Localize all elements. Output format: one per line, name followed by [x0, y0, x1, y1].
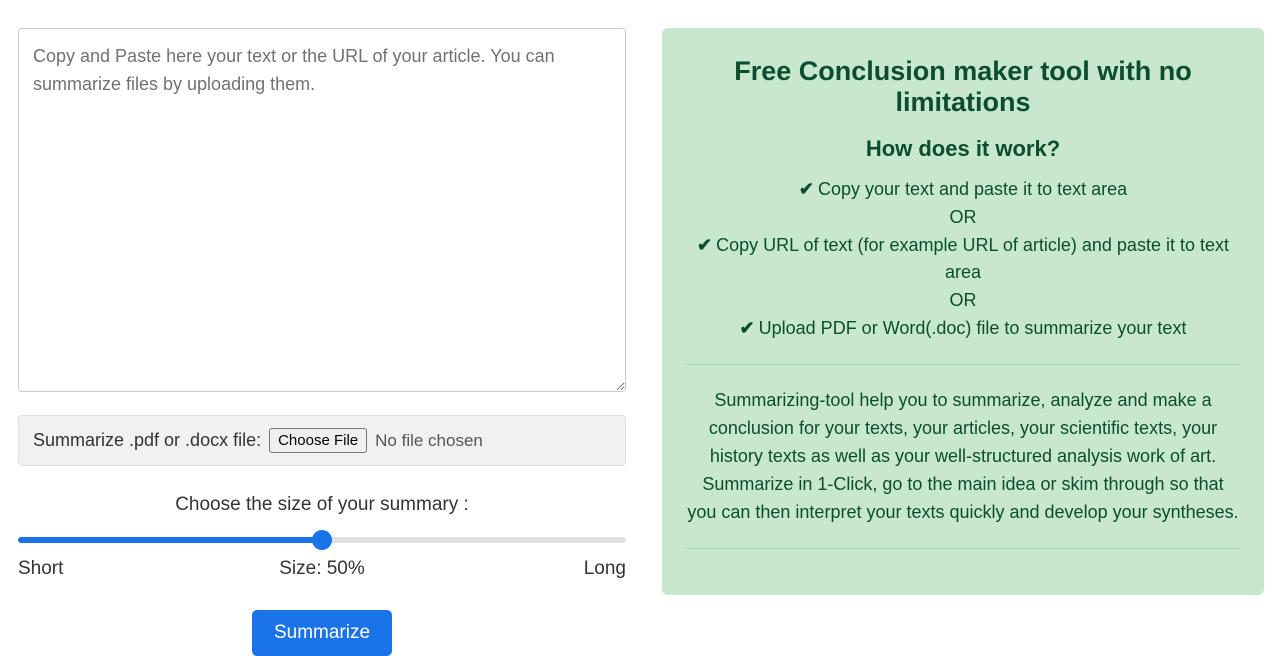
choose-file-button[interactable]: Choose File — [269, 428, 367, 453]
left-panel: Summarize .pdf or .docx file: Choose Fil… — [18, 28, 626, 656]
slider-labels: Short Size: 50% Long — [18, 558, 626, 582]
info-or-1: OR — [686, 207, 1240, 228]
file-status-text: No file chosen — [375, 431, 483, 451]
main-container: Summarize .pdf or .docx file: Choose Fil… — [18, 28, 1261, 656]
info-or-2: OR — [686, 290, 1240, 311]
info-box: Free Conclusion maker tool with no limit… — [662, 28, 1264, 595]
summarize-button[interactable]: Summarize — [252, 610, 392, 656]
slider-short-label: Short — [18, 558, 63, 580]
info-subtitle: How does it work? — [686, 136, 1240, 162]
check-icon: ✔ — [740, 315, 755, 342]
info-divider-bottom — [686, 548, 1240, 549]
slider-heading: Choose the size of your summary : — [18, 494, 626, 516]
size-slider[interactable] — [18, 537, 626, 543]
info-step-2: ✔Copy URL of text (for example URL of ar… — [686, 232, 1240, 286]
right-panel: Free Conclusion maker tool with no limit… — [662, 28, 1264, 656]
info-description: Summarizing-tool help you to summarize, … — [686, 387, 1240, 526]
info-title: Free Conclusion maker tool with no limit… — [686, 56, 1240, 118]
info-step-2-text: Copy URL of text (for example URL of art… — [716, 235, 1229, 282]
check-icon: ✔ — [799, 176, 814, 203]
info-step-1: ✔Copy your text and paste it to text are… — [686, 176, 1240, 203]
file-upload-label: Summarize .pdf or .docx file: — [33, 430, 261, 451]
check-icon: ✔ — [697, 232, 712, 259]
slider-long-label: Long — [584, 558, 626, 580]
text-input[interactable] — [18, 28, 626, 392]
file-upload-bar: Summarize .pdf or .docx file: Choose Fil… — [18, 415, 626, 466]
slider-wrap: Short Size: 50% Long — [18, 530, 626, 582]
slider-size-label: Size: 50% — [279, 558, 365, 580]
info-step-3-text: Upload PDF or Word(.doc) file to summari… — [759, 318, 1187, 338]
info-step-3: ✔Upload PDF or Word(.doc) file to summar… — [686, 315, 1240, 342]
info-step-1-text: Copy your text and paste it to text area — [818, 179, 1127, 199]
info-divider — [686, 364, 1240, 365]
